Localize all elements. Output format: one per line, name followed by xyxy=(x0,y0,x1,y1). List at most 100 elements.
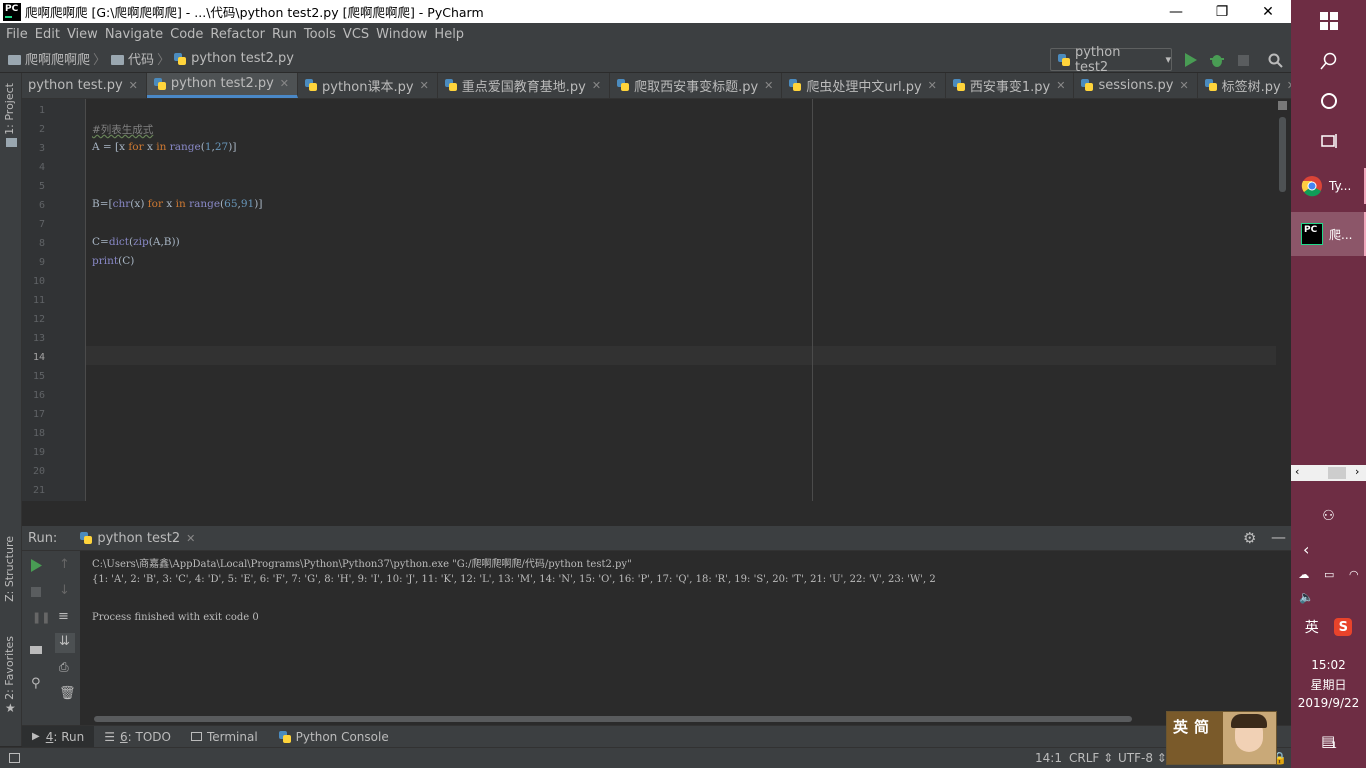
editor-error-stripe[interactable] xyxy=(1276,99,1291,501)
tab-crawler-chinese-url[interactable]: 爬虫处理中文url.py ✕ xyxy=(782,73,946,98)
sogou-ime-icon[interactable]: S xyxy=(1334,618,1353,636)
print-icon[interactable]: ⎙ xyxy=(59,660,69,675)
search-everywhere-button[interactable] xyxy=(1265,50,1285,70)
tab-python-textbook[interactable]: python课本.py ✕ xyxy=(298,73,438,98)
tab-tag-tree[interactable]: 标签树.py✕ xyxy=(1198,73,1291,98)
tool-windows-icon[interactable] xyxy=(9,753,20,763)
close-icon[interactable]: ✕ xyxy=(129,79,138,92)
ime-mode-simplified[interactable]: 简 xyxy=(1194,716,1209,737)
menu-file[interactable]: File xyxy=(6,27,28,42)
search-button[interactable] xyxy=(1291,48,1366,74)
favorites-tool-button[interactable]: 2: Favorites xyxy=(3,636,16,700)
trash-icon[interactable]: 🗑 xyxy=(59,686,76,701)
breadcrumb-file[interactable]: python test2.py xyxy=(191,51,294,66)
menu-code[interactable]: Code xyxy=(170,27,203,42)
onedrive-icon[interactable]: ☁ xyxy=(1298,568,1309,581)
close-button[interactable]: ✕ xyxy=(1245,0,1291,23)
volume-icon[interactable]: 🔈 xyxy=(1291,588,1366,606)
line-separator-selector[interactable]: CRLF ⇕ xyxy=(1069,751,1113,765)
structure-tool-button[interactable]: Z: Structure xyxy=(3,536,16,602)
menu-view[interactable]: View xyxy=(67,27,98,42)
project-tool-button[interactable]: 1: Project xyxy=(3,83,16,135)
close-icon[interactable]: ✕ xyxy=(186,532,195,545)
down-arrow-icon[interactable]: ↓ xyxy=(59,583,70,598)
clock-time[interactable]: 15:02 xyxy=(1291,656,1366,674)
taskbar-pycharm[interactable]: PC 爬... xyxy=(1291,212,1366,256)
scrollbar-thumb[interactable] xyxy=(1328,467,1346,479)
pause-icon[interactable]: ❚❚ xyxy=(32,611,50,624)
tab-todo[interactable]: ☰ 6: TODO xyxy=(94,726,181,748)
restore-button[interactable]: ❐ xyxy=(1199,0,1245,23)
pin-icon[interactable]: ⚲ xyxy=(31,676,41,691)
run-button[interactable] xyxy=(1181,50,1201,70)
taskbar-scrollbar[interactable]: ‹ › xyxy=(1291,465,1366,481)
clock-date[interactable]: 2019/9/22 xyxy=(1291,694,1366,712)
editor-scrollbar[interactable] xyxy=(1279,117,1286,192)
tab-xian-incident-titles[interactable]: 爬取西安事变标题.py ✕ xyxy=(610,73,783,98)
menu-tools[interactable]: Tools xyxy=(304,27,336,42)
rerun-icon[interactable] xyxy=(31,559,42,572)
up-arrow-icon[interactable]: ↑ xyxy=(59,557,70,572)
close-icon[interactable]: ✕ xyxy=(280,77,289,90)
start-button[interactable] xyxy=(1291,8,1366,34)
menu-window[interactable]: Window xyxy=(376,27,427,42)
close-icon[interactable]: ✕ xyxy=(420,79,429,92)
encoding-selector[interactable]: UTF-8 ⇕ xyxy=(1118,751,1167,765)
minimize-button[interactable]: — xyxy=(1153,0,1199,23)
tab-xian-incident-1[interactable]: 西安事变1.py ✕ xyxy=(946,73,1075,98)
close-icon[interactable]: ✕ xyxy=(1056,79,1065,92)
tab-python-console[interactable]: Python Console xyxy=(268,726,399,748)
tab-patriotic-bases[interactable]: 重点爱国教育基地.py ✕ xyxy=(438,73,611,98)
run-configuration-selector[interactable]: python test2 ▾ xyxy=(1050,45,1172,75)
battery-icon[interactable]: ▭ xyxy=(1324,568,1334,581)
hide-panel-icon[interactable]: — xyxy=(1271,528,1286,546)
console-horizontal-scrollbar[interactable] xyxy=(94,714,1291,724)
menu-refactor[interactable]: Refactor xyxy=(210,27,265,42)
line-number: 21 xyxy=(32,485,45,496)
stop-button[interactable] xyxy=(1233,50,1253,70)
taskbar-chrome[interactable]: Ty... xyxy=(1291,168,1366,204)
menu-vcs[interactable]: VCS xyxy=(343,27,369,42)
gear-icon[interactable]: ⚙ xyxy=(1243,529,1256,547)
action-center-button[interactable]: ▤ 1 xyxy=(1291,730,1366,752)
menu-edit[interactable]: Edit xyxy=(35,27,60,42)
ime-mode-english[interactable]: 英 xyxy=(1173,716,1188,737)
tab-python-test[interactable]: python test.py ✕ xyxy=(22,73,147,98)
menu-help[interactable]: Help xyxy=(434,27,464,42)
tab-sessions[interactable]: sessions.py ✕ xyxy=(1074,73,1198,98)
wifi-icon[interactable]: ◠ xyxy=(1349,568,1359,581)
scrollbar-thumb[interactable] xyxy=(94,716,1132,722)
tab-mnemonic: 6 xyxy=(119,729,128,744)
layout-icon[interactable] xyxy=(30,646,42,654)
chevron-left-icon[interactable]: ‹ xyxy=(1295,465,1299,478)
caret-position[interactable]: 14:1 xyxy=(1035,751,1062,765)
ime-language[interactable]: 英 xyxy=(1305,617,1319,637)
breadcrumb-folder[interactable]: 代码 xyxy=(128,49,154,68)
run-tab[interactable]: python test2 ✕ xyxy=(71,526,203,551)
close-icon[interactable]: ✕ xyxy=(1179,79,1188,92)
tab-terminal[interactable]: Terminal xyxy=(181,726,268,748)
tab-python-test2[interactable]: python test2.py ✕ xyxy=(146,73,299,98)
show-hidden-icons[interactable]: ‹ xyxy=(1291,538,1366,560)
people-icon[interactable]: ⚇ xyxy=(1291,505,1366,527)
breadcrumb-project[interactable]: 爬啊爬啊爬 xyxy=(25,49,90,68)
tab-run[interactable]: ▶ 4: Run xyxy=(22,725,95,748)
cortana-button[interactable] xyxy=(1291,88,1366,114)
code-builtin: print xyxy=(92,255,119,267)
menu-navigate[interactable]: Navigate xyxy=(105,27,163,42)
close-icon[interactable]: ✕ xyxy=(764,79,773,92)
close-icon[interactable]: ✕ xyxy=(592,79,601,92)
ime-skin-badge[interactable]: 英 简 xyxy=(1166,711,1277,765)
code-editor[interactable]: #列表生成式 A = [x for x in range(1,27)] B=[c… xyxy=(86,99,1276,501)
close-icon[interactable]: ✕ xyxy=(928,79,937,92)
soft-wrap-icon[interactable]: ≡ xyxy=(58,609,69,624)
code-line-2: #列表生成式 xyxy=(92,124,154,136)
chevron-right-icon[interactable]: › xyxy=(1355,465,1359,478)
task-view-button[interactable] xyxy=(1291,128,1366,154)
scroll-to-end-toggle[interactable]: ⇊ xyxy=(55,633,75,653)
stop-icon[interactable] xyxy=(31,587,41,597)
menu-run[interactable]: Run xyxy=(272,27,297,42)
run-console[interactable]: C:\Users\商嘉鑫\AppData\Local\Programs\Pyth… xyxy=(80,551,1291,714)
debug-button[interactable] xyxy=(1207,50,1227,70)
clock-weekday[interactable]: 星期日 xyxy=(1291,675,1366,693)
